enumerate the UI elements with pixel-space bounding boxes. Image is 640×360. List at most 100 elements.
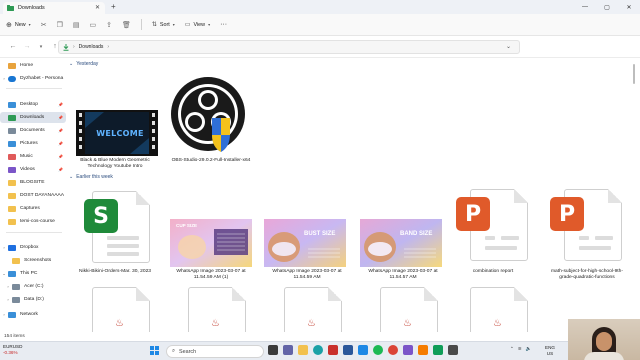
pin-icon: 📌 bbox=[58, 102, 63, 107]
download-icon bbox=[8, 114, 16, 121]
group-header-earlier-this-week[interactable]: ⌄ Earlier this week bbox=[69, 174, 113, 180]
breadcrumb-downloads[interactable]: Downloads bbox=[79, 44, 104, 50]
sidebar-item-documents[interactable]: Documents 📌 bbox=[0, 125, 66, 136]
file-item-whatsapp-image-2[interactable]: BUST SIZE WhatsApp Image 2023-03-07 at 1… bbox=[264, 189, 350, 280]
tab-downloads[interactable]: Downloads ✕ bbox=[3, 2, 105, 14]
file-item-math-subject[interactable]: P math-subject-for-high-school-9th-grade… bbox=[544, 189, 630, 280]
sidebar-item-acer-c[interactable]: › Acer (C:) bbox=[0, 281, 66, 292]
sidebar-item-dropbox[interactable]: › Dropbox bbox=[0, 242, 66, 253]
group-label: Earlier this week bbox=[76, 174, 113, 180]
file-item-java-5[interactable]: ♨ bbox=[450, 287, 536, 332]
word-icon[interactable] bbox=[328, 345, 338, 355]
view-button[interactable]: ▭ View ▾ bbox=[185, 21, 210, 29]
store-icon[interactable] bbox=[343, 345, 353, 355]
file-name: WhatsApp Image 2023-03-07 at 11.54.59 AM bbox=[272, 269, 342, 280]
sidebar-item-this-pc[interactable]: ⌄ This PC bbox=[0, 268, 66, 279]
sidebar-item-desktop[interactable]: Desktop 📌 bbox=[0, 99, 66, 110]
sidebar-item-temi[interactable]: temi-cos-course bbox=[0, 216, 66, 227]
tab-close-icon[interactable]: ✕ bbox=[95, 4, 100, 11]
java-file-icon: ♨ bbox=[188, 287, 246, 332]
new-button[interactable]: ⊕ New ▾ bbox=[6, 21, 31, 29]
cut-icon[interactable]: ✂ bbox=[41, 21, 47, 29]
chrome-icon[interactable] bbox=[388, 345, 398, 355]
group-header-yesterday[interactable]: ⌄ Yesterday bbox=[69, 61, 98, 67]
scrollbar-thumb[interactable] bbox=[633, 64, 635, 84]
teams-icon[interactable] bbox=[283, 345, 293, 355]
edge-icon[interactable] bbox=[313, 345, 323, 355]
start-button[interactable] bbox=[150, 346, 159, 355]
sidebar-item-network[interactable]: › Network bbox=[0, 309, 66, 320]
forward-icon[interactable]: → bbox=[20, 43, 34, 50]
sidebar-item-music[interactable]: Music 📌 bbox=[0, 151, 66, 162]
sidebar-item-label: Dyzhabet - Persona bbox=[20, 76, 64, 81]
folder-icon bbox=[8, 179, 16, 186]
network-icon bbox=[8, 311, 16, 318]
file-name: Nikki-Bikini-Orders-Mar. 30, 2023 bbox=[78, 269, 152, 274]
minimize-icon[interactable]: — bbox=[574, 0, 596, 14]
sidebar-item-screenshots[interactable]: Screenshots bbox=[0, 255, 66, 266]
back-icon[interactable]: ← bbox=[6, 43, 20, 50]
file-explorer-icon[interactable] bbox=[298, 345, 308, 355]
sidebar-item-blogsite[interactable]: BLOGSITE bbox=[0, 177, 66, 188]
copy-icon[interactable]: ❐ bbox=[57, 21, 63, 29]
home-icon bbox=[8, 62, 16, 69]
delete-icon[interactable]: 🗑 bbox=[122, 21, 131, 29]
paste-icon[interactable]: ▤ bbox=[73, 21, 80, 29]
videos-icon bbox=[8, 166, 16, 173]
vertical-scrollbar[interactable] bbox=[632, 60, 636, 330]
obs-installer-icon bbox=[171, 77, 245, 152]
java-icon: ♨ bbox=[493, 318, 502, 329]
file-item-nikki-orders[interactable]: S Nikki-Bikini-Orders-Mar. 30, 2023 bbox=[72, 189, 158, 279]
navigation-pane: Home › Dyzhabet - Persona Desktop 📌 Downlo… bbox=[0, 58, 66, 332]
file-item-whatsapp-image-3[interactable]: BAND SIZE WhatsApp Image 2023-03-07 at 1… bbox=[360, 189, 446, 280]
file-item-video-intro[interactable]: WELCOME Black & Blue Modern Geometric Te… bbox=[72, 108, 158, 178]
app-icon[interactable] bbox=[448, 345, 458, 355]
recent-chevron-icon[interactable]: ▾ bbox=[34, 44, 48, 50]
file-item-java-2[interactable]: ♨ bbox=[168, 287, 254, 332]
file-item-obs-installer[interactable]: OBS-Studio-29.0.2-Full-Installer-x64 bbox=[168, 74, 254, 184]
sidebar-item-label: DOST DAYANAAAA bbox=[20, 193, 65, 198]
volume-icon[interactable]: 🔈 bbox=[526, 346, 532, 352]
more-options-button[interactable]: ··· bbox=[220, 21, 227, 28]
file-item-java-3[interactable]: ♨ bbox=[264, 287, 350, 332]
close-icon[interactable]: ✕ bbox=[618, 0, 640, 14]
expand-icon: › bbox=[3, 245, 5, 250]
expand-icon: › bbox=[7, 297, 9, 302]
language-indicator[interactable]: ENG US bbox=[545, 345, 555, 356]
app-icon[interactable] bbox=[433, 345, 443, 355]
file-item-combination-report[interactable]: P combination report bbox=[450, 189, 536, 279]
sidebar-item-onedrive[interactable]: › Dyzhabet - Persona bbox=[0, 73, 66, 84]
address-dropdown-icon[interactable]: ⌄ bbox=[506, 43, 511, 50]
chevron-up-icon[interactable]: ⌃ bbox=[510, 346, 514, 352]
sidebar-item-captures[interactable]: Captures bbox=[0, 203, 66, 214]
rename-icon[interactable]: ▭ bbox=[89, 21, 96, 29]
market-widget[interactable]: EURUSD -0.36% bbox=[3, 344, 22, 356]
taskbar-search[interactable]: ⌕ Search bbox=[166, 345, 264, 358]
mail-icon[interactable] bbox=[358, 345, 368, 355]
new-tab-icon[interactable]: + bbox=[111, 2, 116, 11]
share-icon[interactable]: ⇪ bbox=[106, 21, 112, 29]
sort-button[interactable]: ⇅ Sort ▾ bbox=[151, 21, 175, 29]
sort-icon: ⇅ bbox=[151, 22, 157, 28]
app-icon[interactable] bbox=[403, 345, 413, 355]
language-code: ENG bbox=[545, 345, 555, 350]
app-icon[interactable] bbox=[418, 345, 428, 355]
sidebar-item-downloads[interactable]: Downloads 📌 bbox=[0, 112, 66, 123]
spotify-icon[interactable] bbox=[373, 345, 383, 355]
region-code: US bbox=[546, 350, 554, 356]
file-item-java-1[interactable]: ♨ bbox=[72, 287, 158, 332]
file-name: WhatsApp Image 2023-03-07 at 11.54.59 AM… bbox=[176, 269, 246, 280]
sidebar-item-home[interactable]: Home bbox=[0, 60, 66, 71]
java-file-icon: ♨ bbox=[284, 287, 342, 332]
file-item-java-4[interactable]: ♨ bbox=[360, 287, 446, 332]
sidebar-item-videos[interactable]: Videos 📌 bbox=[0, 164, 66, 175]
file-item-whatsapp-image-1[interactable]: CUP SIZE WhatsApp Image 2023-03-07 at 11… bbox=[168, 189, 254, 280]
maximize-icon[interactable]: ▢ bbox=[596, 0, 618, 14]
sidebar-item-data-d[interactable]: › Data (D:) bbox=[0, 294, 66, 305]
address-field[interactable]: › Downloads › ⌄ bbox=[58, 40, 520, 54]
download-icon bbox=[63, 43, 69, 51]
sidebar-item-dost[interactable]: DOST DAYANAAAA bbox=[0, 190, 66, 201]
task-view-icon[interactable] bbox=[268, 345, 278, 355]
wifi-icon[interactable]: ≋ bbox=[518, 346, 522, 352]
sidebar-item-pictures[interactable]: Pictures 📌 bbox=[0, 138, 66, 149]
